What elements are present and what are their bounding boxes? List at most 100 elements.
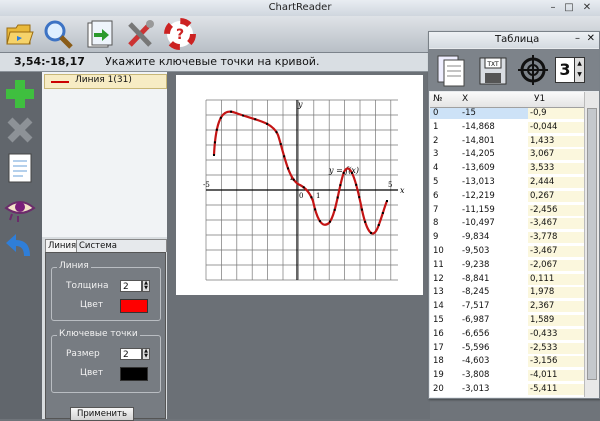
export-button[interactable]: [84, 18, 116, 50]
undo-button[interactable]: [4, 230, 36, 262]
y1-cell[interactable]: -3,778: [528, 232, 584, 244]
y1-cell[interactable]: -0,9: [528, 108, 584, 119]
key-point-marker[interactable]: [242, 114, 245, 117]
x-cell[interactable]: -6,987: [462, 315, 526, 326]
precision-stepper[interactable]: 3: [555, 57, 575, 83]
key-point-marker[interactable]: [287, 167, 290, 170]
key-point-marker[interactable]: [283, 155, 286, 158]
row-index-cell[interactable]: 9: [433, 232, 459, 243]
row-index-cell[interactable]: 3: [433, 149, 459, 160]
y1-cell[interactable]: -4,011: [528, 370, 584, 382]
x-cell[interactable]: -8,841: [462, 274, 526, 285]
y1-cell[interactable]: 1,589: [528, 315, 584, 326]
key-point-marker[interactable]: [377, 224, 380, 227]
key-point-marker[interactable]: [318, 220, 321, 223]
row-index-cell[interactable]: 13: [433, 287, 459, 298]
key-point-marker[interactable]: [355, 183, 358, 186]
table-row[interactable]: 19 -3,808 -4,011: [430, 370, 584, 382]
open-file-button[interactable]: [4, 18, 36, 50]
row-index-cell[interactable]: 16: [433, 329, 459, 340]
x-cell[interactable]: -7,517: [462, 301, 526, 312]
thickness-spin-arrows[interactable]: ▲ ▼: [142, 280, 150, 292]
row-index-cell[interactable]: 17: [433, 343, 459, 354]
row-index-cell[interactable]: 20: [433, 384, 459, 395]
row-index-cell[interactable]: 15: [433, 315, 459, 326]
x-cell[interactable]: -3,013: [462, 384, 526, 395]
key-point-marker[interactable]: [302, 186, 305, 189]
key-point-marker[interactable]: [230, 110, 233, 113]
table-row[interactable]: 3 -14,205 3,067: [430, 149, 584, 161]
y1-cell[interactable]: -0,433: [528, 328, 584, 340]
table-row[interactable]: 11 -9,238 -2,067: [430, 259, 584, 271]
table-row[interactable]: 20 -3,013 -5,411: [430, 384, 584, 395]
line-color-swatch[interactable]: [120, 299, 148, 313]
thickness-stepper[interactable]: 2: [120, 280, 142, 292]
properties-button[interactable]: [4, 152, 36, 184]
row-index-cell[interactable]: 0: [433, 108, 459, 119]
key-point-marker[interactable]: [213, 154, 215, 156]
close-window-button[interactable]: ✕: [580, 1, 594, 14]
key-point-marker[interactable]: [292, 178, 295, 181]
key-point-marker[interactable]: [219, 116, 222, 119]
help-button[interactable]: ?: [164, 18, 196, 50]
table-row[interactable]: 10 -9,503 -3,467: [430, 246, 584, 257]
row-index-cell[interactable]: 1: [433, 122, 459, 133]
key-point-marker[interactable]: [350, 171, 353, 174]
points-table[interactable]: № X У1 0 -15 -0,9 1 -14,868 -0,044 2 -14,801 1,4…: [430, 92, 584, 397]
table-row[interactable]: 6 -12,219 0,267: [430, 190, 584, 202]
x-cell[interactable]: -14,205: [462, 149, 526, 160]
table-row[interactable]: 2 -14,801 1,433: [430, 135, 584, 147]
key-point-marker[interactable]: [370, 231, 373, 234]
table-row[interactable]: 5 -13,013 2,444: [430, 177, 584, 188]
y1-cell[interactable]: -3,467: [528, 218, 584, 230]
key-point-marker[interactable]: [275, 131, 278, 134]
row-index-cell[interactable]: 6: [433, 191, 459, 202]
point-size-stepper[interactable]: 2: [120, 348, 142, 360]
y1-cell[interactable]: 0,267: [528, 190, 584, 202]
y1-cell[interactable]: -0,044: [528, 121, 584, 133]
y1-cell[interactable]: 1,433: [528, 135, 584, 147]
list-item[interactable]: Линия 1(31): [44, 74, 167, 89]
x-cell[interactable]: -9,834: [462, 232, 526, 243]
key-point-marker[interactable]: [381, 211, 384, 214]
crosshair-button[interactable]: [517, 53, 549, 87]
x-cell[interactable]: -8,245: [462, 287, 526, 298]
table-scrollbar[interactable]: [584, 92, 599, 397]
tab-line[interactable]: Линия: [45, 239, 80, 252]
y1-cell[interactable]: 2,444: [528, 177, 584, 188]
x-cell[interactable]: -3,808: [462, 370, 526, 381]
x-cell[interactable]: -10,497: [462, 218, 526, 229]
table-row[interactable]: 17 -5,596 -2,533: [430, 342, 584, 354]
graph-image[interactable]: y x -5 5 1 0 1 y = f(x): [176, 75, 423, 295]
visibility-button[interactable]: [4, 192, 36, 224]
x-cell[interactable]: -11,159: [462, 205, 526, 216]
table-row[interactable]: 7 -11,159 -2,456: [430, 204, 584, 216]
x-cell[interactable]: -6,656: [462, 329, 526, 340]
key-point-marker[interactable]: [310, 196, 313, 199]
y1-cell[interactable]: -5,411: [528, 384, 584, 395]
row-index-cell[interactable]: 5: [433, 177, 459, 188]
key-point-marker[interactable]: [215, 128, 218, 131]
table-row[interactable]: 18 -4,603 -3,156: [430, 356, 584, 368]
row-index-cell[interactable]: 8: [433, 218, 459, 229]
key-point-marker[interactable]: [279, 143, 282, 146]
row-index-cell[interactable]: 19: [433, 370, 459, 381]
y1-cell[interactable]: 3,067: [528, 149, 584, 161]
maximize-button[interactable]: □: [562, 1, 576, 14]
table-close-button[interactable]: ✕: [587, 33, 595, 44]
row-index-cell[interactable]: 10: [433, 246, 459, 257]
copy-table-button[interactable]: [435, 53, 467, 87]
row-index-cell[interactable]: 14: [433, 301, 459, 312]
table-row[interactable]: 12 -8,841 0,111: [430, 273, 584, 285]
y1-cell[interactable]: -2,067: [528, 259, 584, 271]
precision-spin-arrows[interactable]: ▲ ▼: [574, 57, 585, 83]
key-point-marker[interactable]: [358, 196, 361, 199]
table-minimize-button[interactable]: –: [575, 33, 580, 44]
row-index-cell[interactable]: 11: [433, 260, 459, 271]
x-cell[interactable]: -13,013: [462, 177, 526, 188]
y1-cell[interactable]: -3,156: [528, 356, 584, 368]
x-cell[interactable]: -15: [462, 108, 526, 119]
table-row[interactable]: 15 -6,987 1,589: [430, 315, 584, 326]
y1-cell[interactable]: -3,467: [528, 246, 584, 257]
x-cell[interactable]: -5,596: [462, 343, 526, 354]
